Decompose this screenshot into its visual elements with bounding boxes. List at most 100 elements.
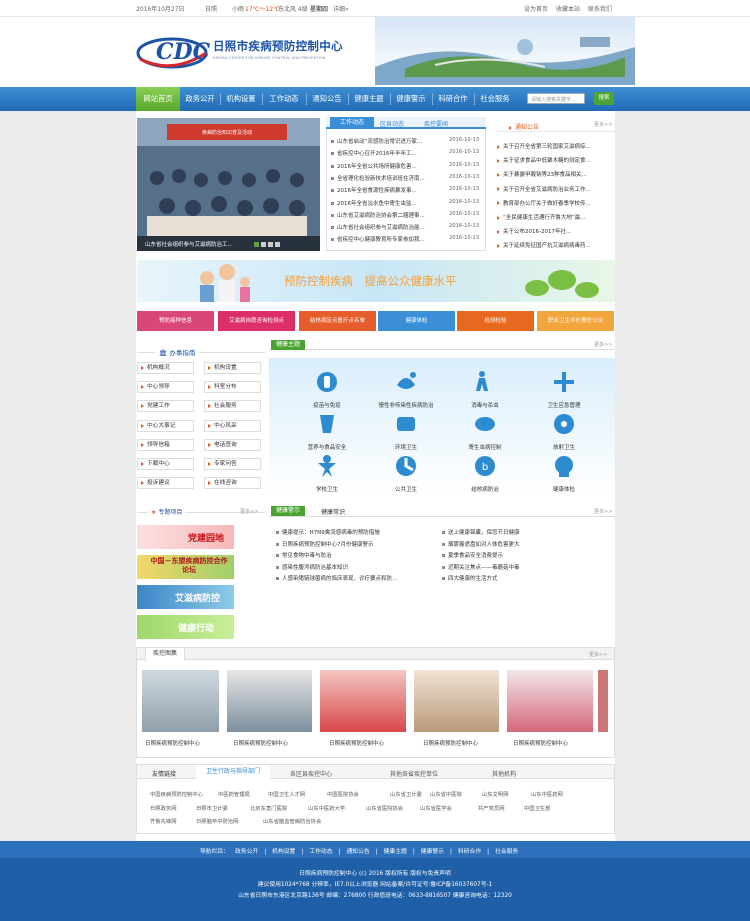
warning-item[interactable]: 健康提示：H7N9禽流感病毒的预防措施 <box>276 528 426 536</box>
guide-item[interactable]: 在线咨询 <box>204 477 261 490</box>
quick-link-2[interactable]: 艾滋病自愿咨询检测点 <box>218 311 295 331</box>
notice-item[interactable]: 关于延续免征国产抗艾滋病病毒药... <box>497 241 614 249</box>
guide-item[interactable]: 党建工作 <box>137 400 194 413</box>
friend-link[interactable]: 山东中医药网 <box>531 790 563 798</box>
quick-link-1[interactable]: 预防接种信息 <box>137 311 214 331</box>
news-item[interactable]: 2016年全省公共场所健康危害... <box>331 162 441 170</box>
topic-nutrition[interactable]: 营养与食品安全 <box>291 411 363 451</box>
projects-more-link[interactable]: 更多>> <box>240 508 258 515</box>
search-button[interactable]: 搜索 <box>594 92 614 105</box>
tab-cdc-news[interactable]: 疾控要闻 <box>424 119 448 128</box>
tab-work-news[interactable]: 工作动态 <box>330 117 374 129</box>
links-tab-district-cdc[interactable]: 各区县疾控中心 <box>290 769 332 778</box>
friend-link[interactable]: 齐鲁先锋网 <box>150 817 177 825</box>
notice-item[interactable]: 教育部办公厅关于做好春季学校传... <box>497 199 614 207</box>
topic-disinfection[interactable]: 消毒与杀虫 <box>449 369 521 409</box>
gallery-caption-3[interactable]: 日照疾病预防控制中心 <box>329 739 384 747</box>
knowledge-item[interactable]: 夏季食品安全消费提示 <box>442 551 592 559</box>
weather-detail-link[interactable]: 详细» <box>333 4 349 13</box>
friend-link[interactable]: 山东省医院协会 <box>366 804 403 812</box>
guide-item[interactable]: 电话查询 <box>204 438 261 451</box>
links-tab-health-admin[interactable]: 卫生行政与指导部门 <box>196 765 270 779</box>
news-item[interactable]: 2016年全省食源性疾病暴发事... <box>331 186 441 194</box>
news-item[interactable]: 省疾控中心健康教育所专家参加我... <box>331 235 441 243</box>
search-input[interactable]: 请输入搜索关键字... <box>527 93 585 104</box>
friend-link[interactable]: 共产党员网 <box>478 804 505 812</box>
friend-link[interactable]: 山东省脑血管病防治协会 <box>263 817 321 825</box>
tab-health-warning[interactable]: 健康警示 <box>271 506 306 516</box>
quick-link-4[interactable]: 健康体检 <box>378 311 455 331</box>
topic-public-health[interactable]: 公共卫生 <box>370 453 442 493</box>
friend-link[interactable]: 山东省医学会 <box>420 804 452 812</box>
topic-vaccine[interactable]: 疫苗与免疫 <box>291 369 363 409</box>
gallery-photo-1[interactable] <box>142 670 219 732</box>
guide-item[interactable]: 中心领导 <box>137 381 194 394</box>
friend-link[interactable]: 山东中医药大学 <box>308 804 345 812</box>
guide-item[interactable]: 中心大事记 <box>137 419 194 432</box>
friend-link[interactable]: 日照脑卒中防治网 <box>196 817 238 825</box>
warning-item[interactable]: 日照疾病预防控制中心7月份健康警示 <box>276 540 426 548</box>
footer-nav-link[interactable]: 政务公开 <box>235 849 258 855</box>
footer-nav-link[interactable]: 健康警示 <box>421 849 444 855</box>
contact-link[interactable]: 联系我们 <box>588 4 612 13</box>
gallery-more-link[interactable]: 更多>> <box>589 651 607 658</box>
friend-link[interactable]: 中国卫生部 <box>524 804 551 812</box>
links-tab-other-org[interactable]: 其他机构 <box>492 769 516 778</box>
gallery-photo-2[interactable] <box>227 670 312 732</box>
topic-parasite[interactable]: 寄生虫病控制 <box>449 411 521 451</box>
nav-news[interactable]: 工作动态 <box>263 87 305 111</box>
tab-health-knowledge[interactable]: 健康常识 <box>321 507 345 516</box>
news-slideshow-image[interactable]: 疾病防治知识普及活动 <box>137 118 320 251</box>
footer-nav-link[interactable]: 社会服务 <box>495 849 518 855</box>
health-topics-more-link[interactable]: 更多>> <box>594 341 612 348</box>
news-item[interactable]: 山东省社会组织参与艾滋病防治能... <box>331 223 441 231</box>
topic-tuberculosis[interactable]: b 结核病防治 <box>449 453 521 493</box>
news-item[interactable]: 山东省艾滋病防治协会第二届理事... <box>331 211 441 219</box>
nav-organization[interactable]: 机构设置 <box>221 87 261 111</box>
gallery-photo-4[interactable] <box>414 670 499 732</box>
guide-item[interactable]: 专家问答 <box>204 458 261 470</box>
notice-item[interactable]: 关于暴露甲酸钠等23种食品相关... <box>497 170 614 178</box>
friend-link[interactable]: 中国卫生人才网 <box>268 790 305 798</box>
topic-school[interactable]: 学校卫生 <box>291 453 363 493</box>
warning-item[interactable]: 人感染猪链球菌病的临床表现、诊疗要点和防... <box>276 574 426 582</box>
knowledge-item[interactable]: 送上健康锦囊，保您节日健康 <box>442 528 592 536</box>
topic-emergency[interactable]: 卫生应急管理 <box>528 369 600 409</box>
footer-nav-link[interactable]: 机构设置 <box>272 849 295 855</box>
notice-item[interactable]: 关于征求食品中低聚木糖的测定食... <box>497 156 614 164</box>
notice-item[interactable]: 关于召开全省艾滋病防治业务工作... <box>497 185 614 193</box>
tab-district-news[interactable]: 区县动态 <box>380 119 404 128</box>
gallery-caption-1[interactable]: 日照疾病预防控制中心 <box>145 739 200 747</box>
nav-government[interactable]: 政务公开 <box>181 87 219 111</box>
quick-link-5[interactable]: 检测检验 <box>457 311 534 331</box>
friend-link[interactable]: 北京东直门医院 <box>250 804 287 812</box>
gallery-photo-3[interactable] <box>320 670 406 732</box>
friend-link[interactable]: 中国疾病预防控制中心 <box>150 790 203 798</box>
knowledge-item[interactable]: 近期关注焦点——毒蘑菇中毒 <box>442 563 592 571</box>
nav-social-service[interactable]: 社会服务 <box>475 87 515 111</box>
knowledge-item[interactable]: 四大健康的生活方式 <box>442 574 592 582</box>
guide-item[interactable]: 机构设置 <box>204 362 261 374</box>
notice-item[interactable]: 关于公布2016-2017年社... <box>497 227 614 235</box>
gallery-caption-5[interactable]: 日照疾病预防控制中心 <box>513 739 568 747</box>
warning-item[interactable]: 感染性腹泻病防治基本知识 <box>276 563 426 571</box>
notice-item[interactable]: 关于召开全省第三轮国家艾滋病综... <box>497 142 614 150</box>
friend-link[interactable]: 山东省卫计委 <box>390 790 422 798</box>
gallery-caption-4[interactable]: 日照疾病预防控制中心 <box>423 739 478 747</box>
nav-health-topics[interactable]: 健康主题 <box>349 87 389 111</box>
friend-link[interactable]: 中医药管理局 <box>218 790 250 798</box>
friend-link[interactable]: 山东省中医院 <box>430 790 462 798</box>
topic-radiation[interactable]: 放射卫生 <box>528 411 600 451</box>
friend-link[interactable]: 山东文明网 <box>482 790 509 798</box>
notice-more-link[interactable]: 更多>> <box>594 121 612 128</box>
guide-item[interactable]: 下载中心 <box>137 458 194 470</box>
topic-environment[interactable]: 环境卫生 <box>370 411 442 451</box>
party-banner[interactable]: 党建园地 <box>137 525 234 549</box>
footer-nav-link[interactable]: 通知公告 <box>346 849 369 855</box>
nav-health-warning[interactable]: 健康警示 <box>391 87 431 111</box>
cdc-logo-icon[interactable]: CDC <box>136 29 210 73</box>
health-action-banner[interactable]: 健康行动 <box>137 615 234 639</box>
friend-link[interactable]: 日照政务网 <box>150 804 177 812</box>
nav-home[interactable]: 网站首页 <box>136 87 180 111</box>
favorite-link[interactable]: 收藏本站 <box>556 4 580 13</box>
